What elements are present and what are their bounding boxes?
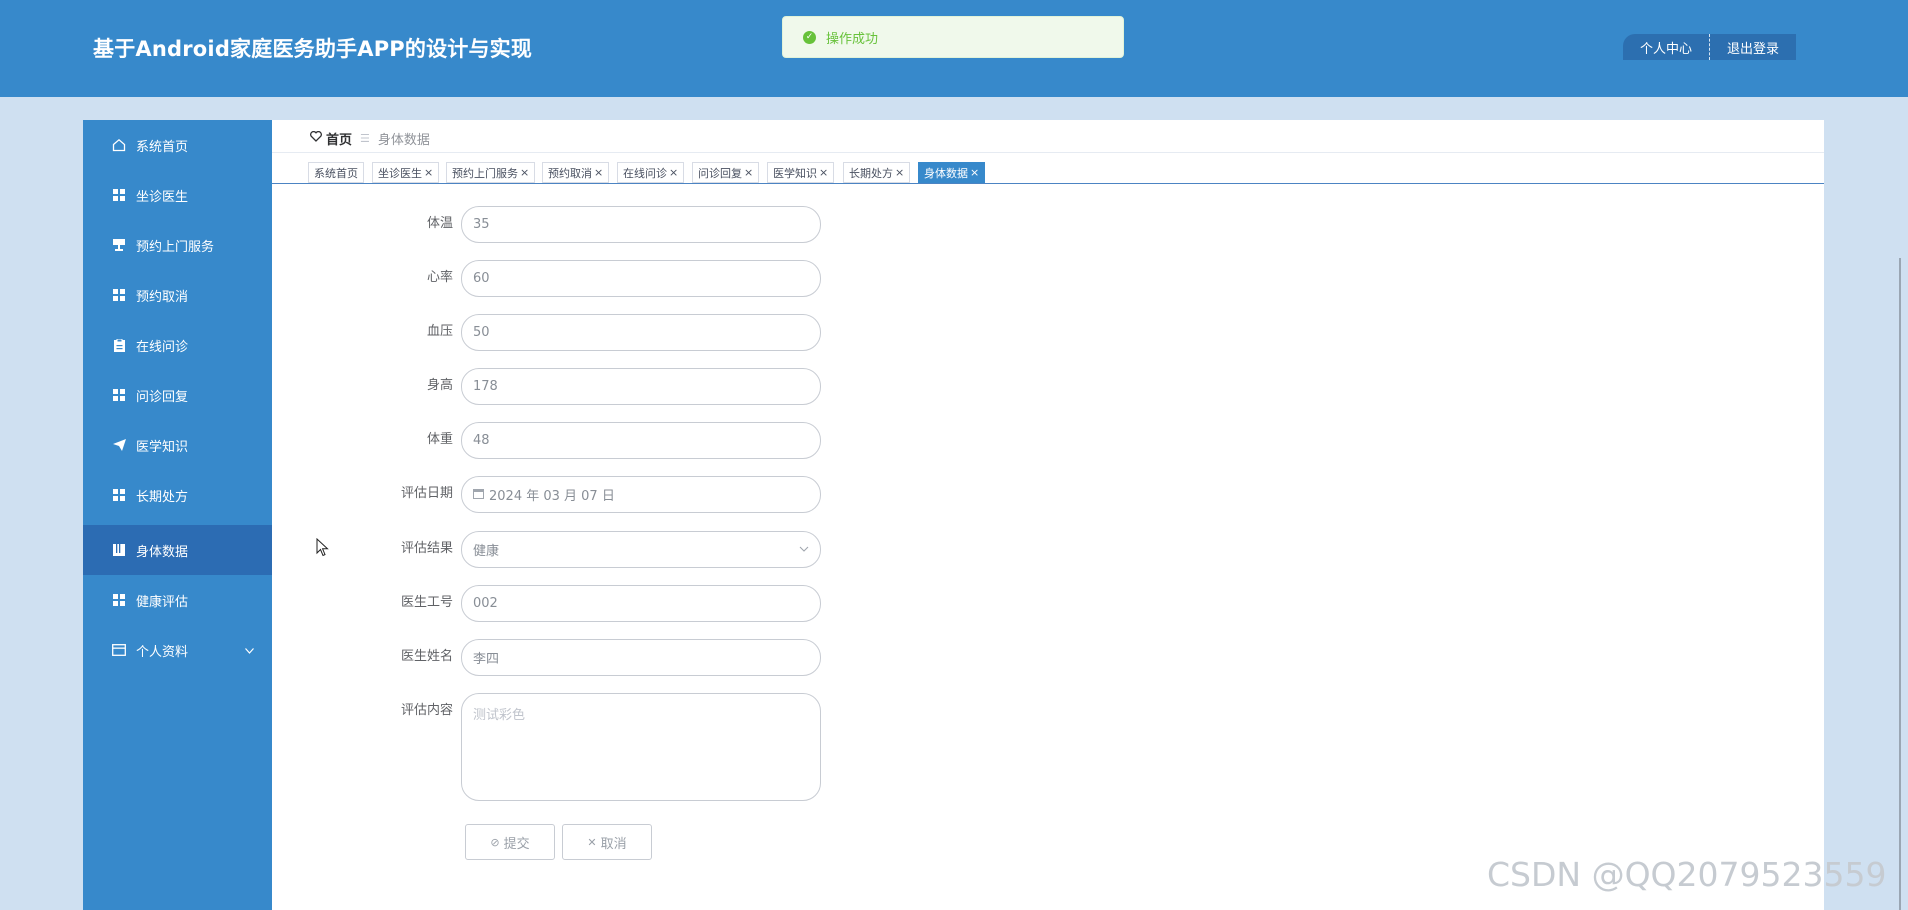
eval-result-label: 评估结果 — [400, 541, 453, 556]
eval-result-value: 健康 — [473, 544, 500, 559]
close-icon[interactable]: × — [744, 166, 753, 179]
weight-value: 48 — [473, 433, 490, 448]
tab-label: 系统首页 — [314, 166, 358, 180]
cancel-button[interactable]: ✕ 取消 — [562, 824, 652, 860]
eval-date-label: 评估日期 — [400, 486, 453, 501]
eval-content-text: 测试彩色 — [473, 708, 526, 723]
heart-rate-label: 心率 — [426, 270, 453, 285]
eval-content-label: 评估内容 — [400, 703, 453, 718]
form-row-body-temp: 体温 — [0, 206, 453, 244]
tab-label: 问诊回复 — [698, 166, 742, 180]
form-row-doctor-name: 医生姓名 — [0, 639, 453, 677]
tab-home-visit[interactable]: 预约上门服务 × — [446, 162, 536, 183]
calendar-icon — [473, 488, 484, 502]
user-actions: 个人中心 退出登录 — [1623, 34, 1796, 60]
tab-long-term-prescription[interactable]: 长期处方 × — [843, 162, 911, 183]
cancel-label: 取消 — [600, 836, 627, 852]
doctor-id-value: 002 — [473, 596, 498, 611]
grid-icon — [111, 187, 127, 203]
form-row-eval-date: 评估日期 — [0, 476, 453, 514]
tab-body-data[interactable]: 身体数据 × — [918, 162, 986, 183]
body-temp-label: 体温 — [426, 216, 453, 231]
close-icon[interactable]: × — [970, 166, 979, 179]
tab-system-home[interactable]: 系统首页 — [308, 162, 364, 183]
eval-content-textarea[interactable]: 测试彩色 — [461, 693, 821, 801]
blood-pressure-label: 血压 — [426, 324, 453, 339]
submit-label: 提交 — [503, 836, 530, 852]
tab-label: 长期处方 — [849, 166, 893, 180]
watermark: CSDN @QQ2079523559 — [1487, 855, 1887, 894]
app-title: 基于Android家庭医务助手APP的设计与实现 — [93, 37, 533, 61]
tab-online-consult[interactable]: 在线问诊 × — [617, 162, 685, 183]
tab-medical-knowledge[interactable]: 医学知识 × — [767, 162, 835, 183]
close-icon[interactable]: × — [895, 166, 904, 179]
blood-pressure-input[interactable]: 50 — [461, 314, 821, 351]
form-row-eval-content: 评估内容 — [0, 693, 453, 731]
eval-date-value: 2024 年 03 月 07 日 — [489, 489, 615, 504]
breadcrumb-divider — [272, 152, 1824, 153]
tab-doctors[interactable]: 坐诊医生 × — [372, 162, 440, 183]
tabs-bar: 系统首页 坐诊医生 × 预约上门服务 × 预约取消 × 在线问诊 × 问诊回复 × 医学知… — [272, 160, 1824, 184]
body-temp-value: 35 — [473, 217, 490, 232]
heart-rate-input[interactable]: 60 — [461, 260, 821, 297]
right-gutter — [1824, 186, 1908, 910]
height-label: 身高 — [426, 378, 453, 393]
sidebar-item-label: 坐诊医生 — [136, 189, 189, 205]
form-row-blood-pressure: 血压 — [0, 314, 453, 352]
submit-button[interactable]: ⊘ 提交 — [465, 824, 555, 860]
scrollbar-thumb[interactable] — [1899, 258, 1901, 910]
body-temp-input[interactable]: 35 — [461, 206, 821, 243]
logout-button[interactable]: 退出登录 — [1710, 34, 1796, 60]
close-icon[interactable]: × — [819, 166, 828, 179]
toast-message: 操作成功 — [826, 31, 879, 47]
mouse-cursor-icon — [316, 537, 329, 561]
tab-label: 预约取消 — [548, 166, 592, 180]
tab-label: 身体数据 — [924, 166, 968, 180]
form-row-eval-result: 评估结果 — [0, 531, 453, 569]
tab-cancel-booking[interactable]: 预约取消 × — [542, 162, 610, 183]
form-row-height: 身高 — [0, 368, 453, 406]
eval-result-select[interactable]: 健康 — [461, 531, 821, 568]
blood-pressure-value: 50 — [473, 325, 490, 340]
weight-label: 体重 — [426, 432, 453, 447]
breadcrumb-home-link[interactable]: 首页 — [326, 129, 352, 148]
doctor-name-label: 医生姓名 — [400, 649, 453, 664]
breadcrumb: 首页 ☰ 身体数据 — [310, 128, 430, 148]
close-icon: ✕ — [587, 835, 597, 849]
check-circle-icon: ⊘ — [490, 835, 500, 849]
tab-label: 坐诊医生 — [378, 166, 422, 180]
close-icon[interactable]: × — [424, 166, 433, 179]
check-circle-icon: ✓ — [803, 30, 816, 44]
form-row-doctor-id: 医生工号 — [0, 585, 453, 623]
heart-rate-value: 60 — [473, 271, 490, 286]
tab-label: 预约上门服务 — [452, 166, 518, 180]
form-row-heart-rate: 心率 — [0, 260, 453, 298]
sidebar-item-home[interactable]: 系统首页 — [83, 120, 272, 170]
tab-consult-reply[interactable]: 问诊回复 × — [692, 162, 760, 183]
height-input[interactable]: 178 — [461, 368, 821, 405]
doctor-id-input[interactable]: 002 — [461, 585, 821, 622]
doctor-name-input[interactable]: 李四 — [461, 639, 821, 676]
close-icon[interactable]: × — [594, 166, 603, 179]
weight-input[interactable]: 48 — [461, 422, 821, 459]
success-toast: ✓ 操作成功 — [782, 16, 1124, 58]
close-icon[interactable]: × — [520, 166, 529, 179]
tab-label: 医学知识 — [773, 166, 817, 180]
chevron-down-icon — [799, 542, 809, 560]
home-icon — [111, 137, 127, 153]
form-row-weight: 体重 — [0, 422, 453, 460]
close-icon[interactable]: × — [669, 166, 678, 179]
doctor-id-label: 医生工号 — [400, 595, 453, 610]
eval-date-picker[interactable]: 2024 年 03 月 07 日 — [461, 476, 821, 513]
height-value: 178 — [473, 379, 498, 394]
tab-label: 在线问诊 — [623, 166, 667, 180]
heart-icon — [310, 130, 322, 146]
profile-center-button[interactable]: 个人中心 — [1623, 34, 1710, 60]
doctor-name-value: 李四 — [473, 652, 500, 667]
sidebar-item-label: 系统首页 — [136, 139, 189, 155]
breadcrumb-separator-icon: ☰ — [360, 131, 370, 145]
breadcrumb-current: 身体数据 — [377, 132, 430, 148]
